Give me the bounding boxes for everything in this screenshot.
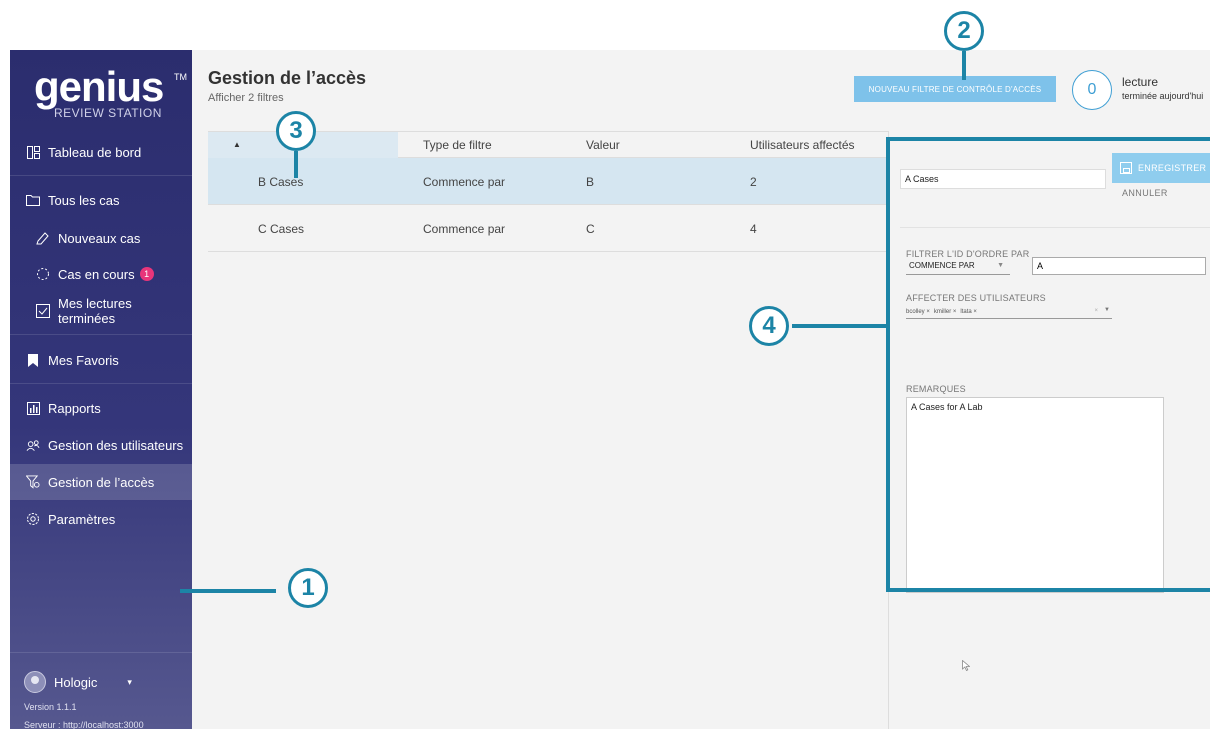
column-header-value[interactable]: Valeur [586,138,620,152]
page-title: Gestion de l’accès [208,68,367,88]
sidebar-item-access-management[interactable]: Gestion de l’accès [10,464,192,500]
sidebar-divider [10,334,192,335]
sidebar-item-label: Mes Favoris [48,352,119,368]
new-access-filter-button[interactable]: NOUVEAU FILTRE DE CONTRÔLE D'ACCÈS [854,76,1056,102]
column-header-filter-type[interactable]: Type de filtre [423,138,492,152]
callout-4-leader-line [792,324,886,328]
sidebar-item-reports[interactable]: Rapports [10,390,192,426]
column-header-assigned-users[interactable]: Utilisateurs affectés [750,138,855,152]
sidebar-item-label: Mes lectures terminées [58,296,132,326]
folder-icon [26,193,40,207]
callout-2-leader-line [962,51,966,80]
callout-2: 2 [944,11,984,51]
sidebar-divider [10,383,192,384]
sidebar-item-label: Tableau de bord [48,144,142,160]
checkbox-icon [36,304,50,318]
cell-value: C [586,222,595,236]
chart-icon [26,401,40,415]
users-icon [26,438,40,452]
genius-logo: genius TM REVIEW STATION [34,63,187,126]
sidebar-item-label: Tous les cas [48,192,120,208]
cell-name: C Cases [258,222,305,236]
cell-filter-type: Commence par [423,222,506,236]
logo-subtitle: REVIEW STATION [54,106,162,120]
sidebar-divider [10,652,192,653]
sidebar-item-label: Gestion des utilisateurs [48,437,184,453]
readings-today-label: lecture [1122,75,1159,89]
sidebar-item-new-cases[interactable]: Nouveaux cas [10,220,192,256]
callout-3: 3 [276,111,316,151]
sort-ascending-icon: ▲ [233,140,241,149]
sidebar-item-label: Gestion de l’accès [48,474,155,490]
sidebar-item-my-completed-readings[interactable]: Mes lectures terminées [10,293,192,329]
readings-today-count: 0 [1072,70,1112,110]
logo-trademark: TM [174,72,187,82]
callout-4-highlight-frame [886,137,1210,592]
new-case-icon [36,231,50,245]
logo-text: genius [34,63,164,110]
callout-3-leader-line [294,151,298,178]
avatar [24,671,46,693]
cell-assigned-users: 4 [750,222,757,236]
sidebar-item-cases-in-progress[interactable]: Cas en cours 1 [10,256,192,292]
sidebar-divider [10,175,192,176]
mouse-pointer-icon [962,659,971,674]
readings-today-sublabel: terminée aujourd'hui [1122,91,1204,101]
sidebar-item-label: Paramètres [48,511,116,527]
sidebar-item-user-management[interactable]: Gestion des utilisateurs [10,427,192,463]
in-progress-count-badge: 1 [139,267,154,281]
sidebar: genius TM REVIEW STATION Tableau de bord… [10,50,192,729]
callout-4: 4 [749,306,789,346]
sidebar-item-settings[interactable]: Paramètres [10,501,192,537]
server-text: Serveur : http://localhost:3000 [24,720,144,729]
user-name: Hologic [54,674,98,690]
callout-1-leader-line [180,589,276,593]
in-progress-icon [36,267,50,281]
sidebar-item-my-favorites[interactable]: Mes Favoris [10,342,192,378]
filter-icon [26,475,40,489]
cell-filter-type: Commence par [423,175,506,189]
sidebar-item-dashboard[interactable]: Tableau de bord [10,134,192,170]
screenshot-stage: genius TM REVIEW STATION Tableau de bord… [0,0,1210,729]
version-text: Version 1.1.1 [24,702,77,712]
caret-down-icon: ▾ [127,676,132,687]
cell-assigned-users: 2 [750,175,757,189]
filter-count-subtitle: Afficher 2 filtres [208,92,284,104]
cell-value: B [586,175,595,189]
user-menu[interactable]: Hologic ▾ [24,670,184,694]
gear-icon [26,512,40,526]
callout-1: 1 [288,568,328,608]
sidebar-item-label: Cas en cours [58,266,135,282]
table-row[interactable]: C Cases Commence par C 4 [208,205,888,252]
sidebar-item-all-cases[interactable]: Tous les cas [10,182,192,218]
filters-table: ▲ Type de filtre Valeur Utilisateurs aff… [208,131,888,252]
sidebar-item-label: Rapports [48,400,101,416]
table-row[interactable]: B Cases Commence par B 2 [208,158,888,205]
sidebar-item-label: Nouveaux cas [58,230,141,246]
bookmark-icon [26,353,40,367]
user-block: Hologic ▾ Version 1.1.1 Serveur : http:/… [24,670,184,729]
dashboard-icon [26,145,40,159]
